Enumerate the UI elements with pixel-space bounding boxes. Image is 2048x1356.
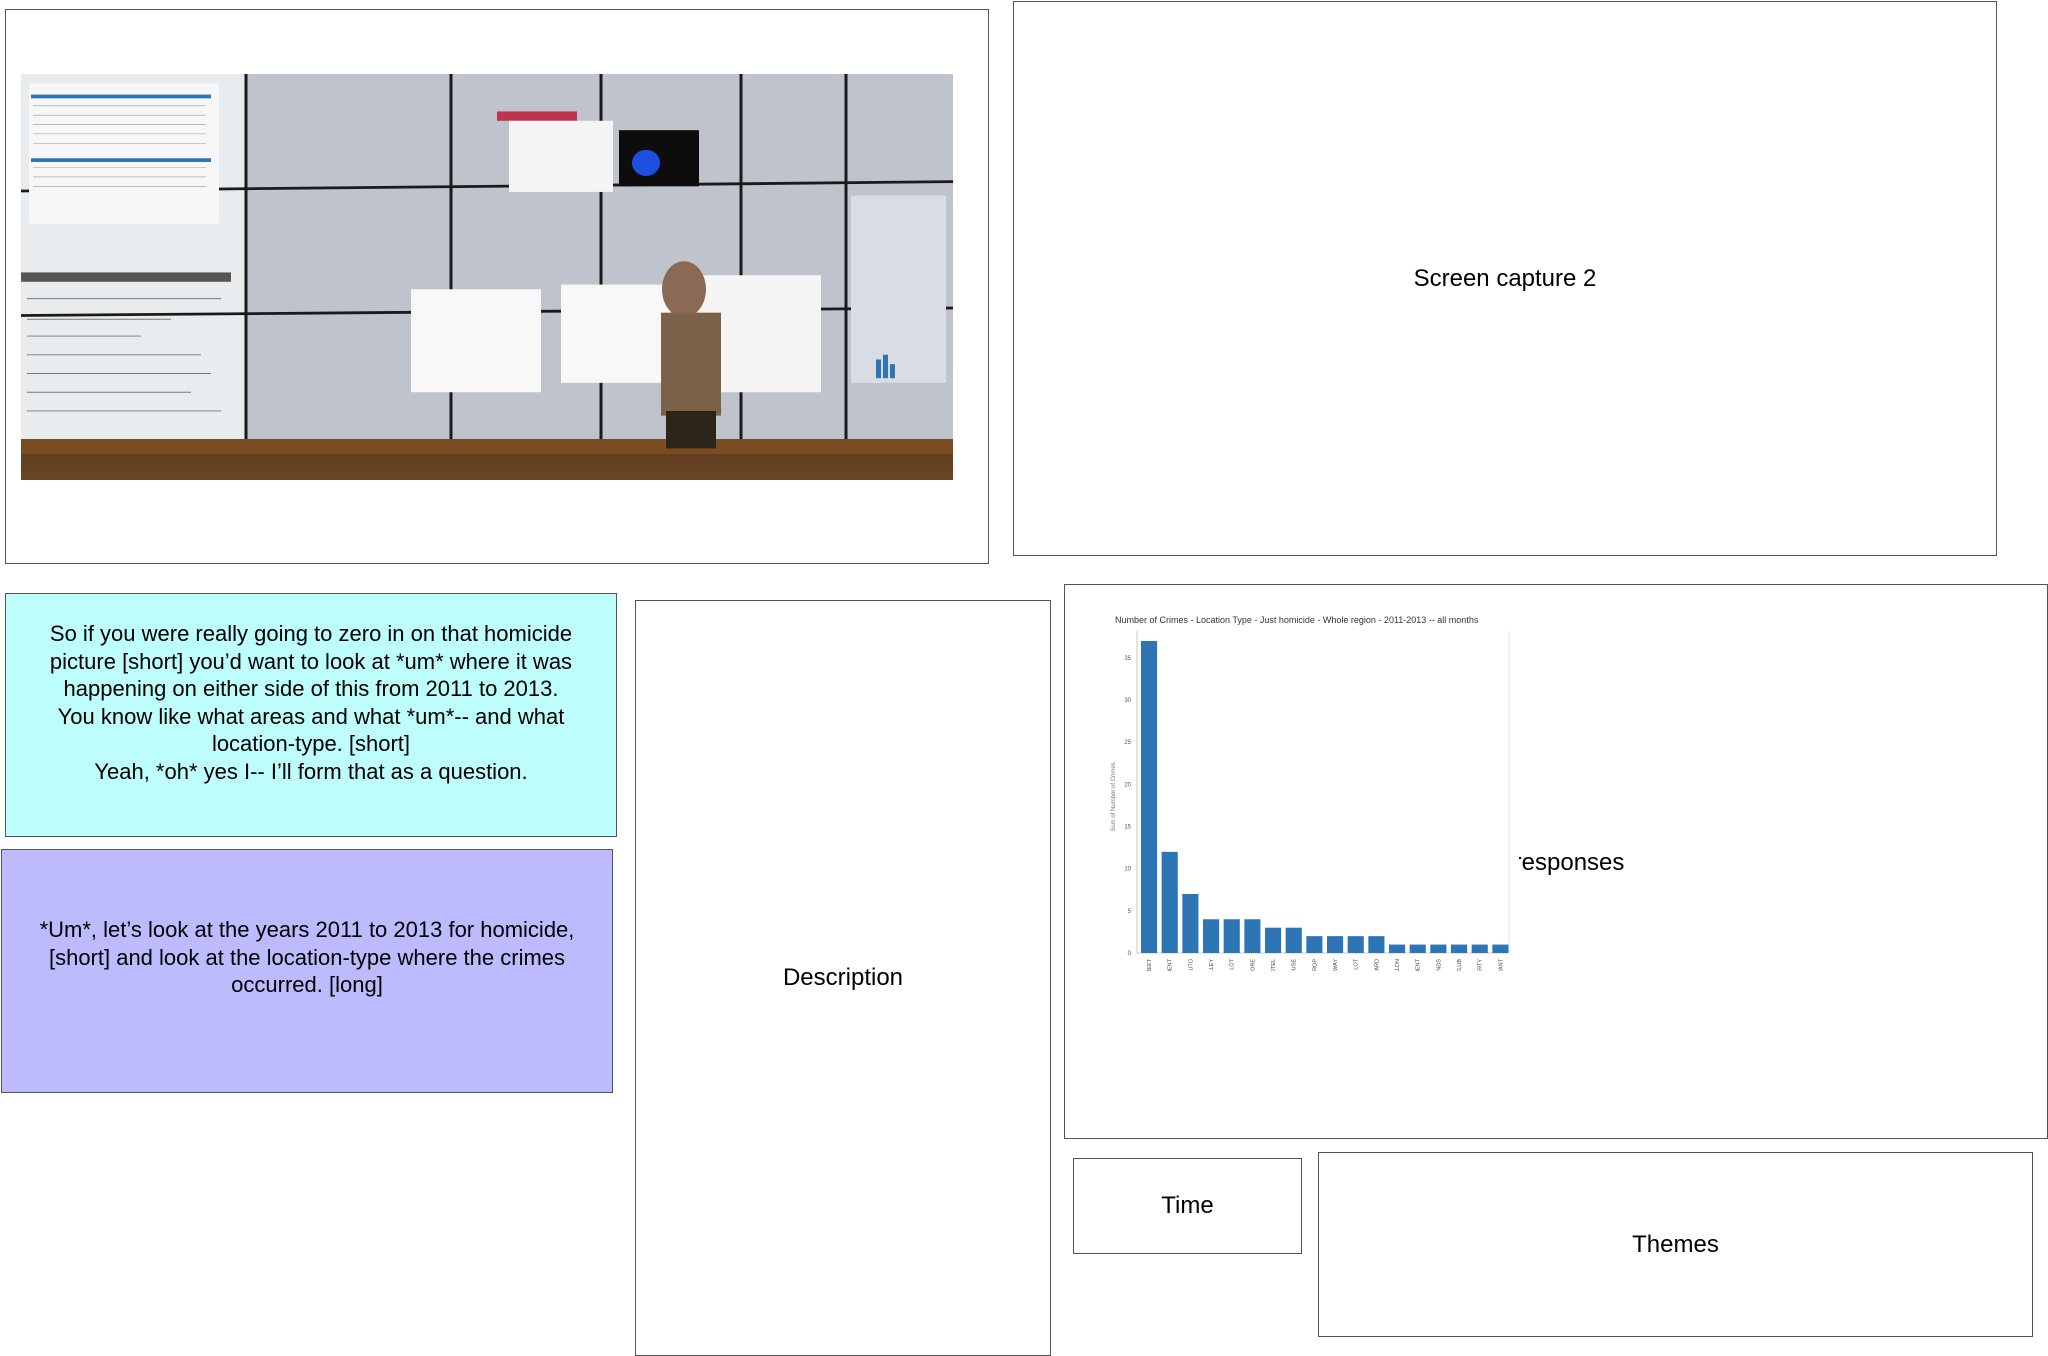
x-tick-label: HALLWAY bbox=[1333, 959, 1339, 971]
x-tick-label: BARBER SHOP/BEAUTY SALON bbox=[1395, 959, 1401, 971]
bar-chart-area: Number of Crimes - Location Type - Just … bbox=[1105, 611, 1519, 1042]
y-tick-label: 25 bbox=[1124, 740, 1131, 746]
chart-bar bbox=[1203, 919, 1220, 953]
responses-panel: s responses Number of Crimes - Location … bbox=[1064, 584, 2048, 1139]
chart-bar bbox=[1327, 936, 1344, 953]
x-tick-label: ALLEY bbox=[1209, 959, 1215, 971]
display-wall-illustration bbox=[21, 74, 953, 454]
x-tick-label: AUTO bbox=[1188, 958, 1194, 971]
screen-capture-2-label: Screen capture 2 bbox=[1413, 264, 1597, 292]
chart-title: Number of Crimes - Location Type - Just … bbox=[1115, 615, 1479, 625]
chart-bar bbox=[1223, 919, 1240, 953]
chart-bar bbox=[1265, 927, 1282, 953]
x-tick-label: HOTEL bbox=[1271, 959, 1277, 971]
chart-bar bbox=[1161, 851, 1178, 953]
chart-bar bbox=[1430, 944, 1447, 953]
x-tick-label: CHA GROUNDS bbox=[1436, 959, 1442, 971]
chart-bar bbox=[1285, 927, 1302, 953]
x-tick-label: CLUB bbox=[1457, 959, 1463, 971]
quote-box-1: So if you were really going to zero in o… bbox=[5, 593, 617, 837]
x-tick-label: YARD bbox=[1374, 959, 1380, 971]
chart-bar bbox=[1409, 944, 1426, 953]
themes-panel: Themes bbox=[1318, 1152, 2033, 1337]
quote-1-line-1: So if you were really going to zero in o… bbox=[49, 621, 573, 701]
chart-bar bbox=[1182, 893, 1199, 953]
chart-bar bbox=[1368, 936, 1385, 953]
x-tick-label: RESTAURANT bbox=[1498, 958, 1504, 971]
chart-bar bbox=[1451, 944, 1468, 953]
time-panel: Time bbox=[1073, 1158, 1302, 1254]
chart-bar bbox=[1389, 944, 1406, 953]
y-tick-label: 10 bbox=[1124, 867, 1131, 873]
y-tick-label: 15 bbox=[1124, 825, 1131, 831]
themes-label: Themes bbox=[1632, 1230, 1719, 1258]
x-tick-label: STREET bbox=[1147, 958, 1153, 971]
y-tick-label: 5 bbox=[1128, 909, 1132, 915]
x-tick-label: HOUSE bbox=[1292, 959, 1298, 971]
y-tick-label: 0 bbox=[1128, 951, 1132, 957]
y-tick-label: 20 bbox=[1124, 782, 1131, 788]
x-tick-label: RETAIL STORE bbox=[1250, 959, 1256, 971]
chart-bar bbox=[1244, 919, 1261, 953]
chart-bar bbox=[1306, 936, 1323, 953]
x-tick-label: PARKING LOT bbox=[1354, 958, 1360, 971]
display-wall-photo bbox=[21, 74, 953, 480]
x-tick-label: GAS STATION DRIVE/PROP bbox=[1312, 959, 1318, 971]
x-tick-label: APARTMENT bbox=[1168, 958, 1174, 971]
description-panel: Description bbox=[635, 600, 1051, 1356]
quote-2-text: *Um*, let’s look at the years 2011 to 20… bbox=[39, 917, 575, 997]
chart-bar bbox=[1471, 944, 1488, 953]
x-tick-label: PARK PROPERTY bbox=[1478, 959, 1484, 971]
screen-capture-2-panel: Screen capture 2 bbox=[1013, 1, 1997, 556]
description-label: Description bbox=[782, 964, 904, 991]
y-tick-label: 35 bbox=[1124, 656, 1131, 662]
chart-bar bbox=[1347, 936, 1364, 953]
x-tick-label: CHA PARKING LOT bbox=[1230, 958, 1236, 971]
chart-bar bbox=[1492, 944, 1509, 953]
quote-box-2: *Um*, let’s look at the years 2011 to 20… bbox=[1, 849, 613, 1093]
time-label: Time bbox=[1161, 1192, 1214, 1219]
y-tick-label: 30 bbox=[1124, 698, 1131, 704]
quote-1-line-2: You know like what areas and what *um*--… bbox=[57, 703, 565, 757]
chart-bar bbox=[1141, 641, 1158, 953]
y-axis-label: Sum of Number of Crimes bbox=[1111, 762, 1117, 831]
bar-chart: 0 5 10 15 20 25 30 35 Sum of Number of Crimes STR… bbox=[1111, 631, 1510, 1042]
x-tick-label: CHA APARTMENT bbox=[1416, 958, 1422, 971]
quote-1-line-3: Yeah, *oh* yes I-- I’ll form that as a q… bbox=[94, 758, 528, 784]
photo-panel bbox=[5, 9, 989, 564]
